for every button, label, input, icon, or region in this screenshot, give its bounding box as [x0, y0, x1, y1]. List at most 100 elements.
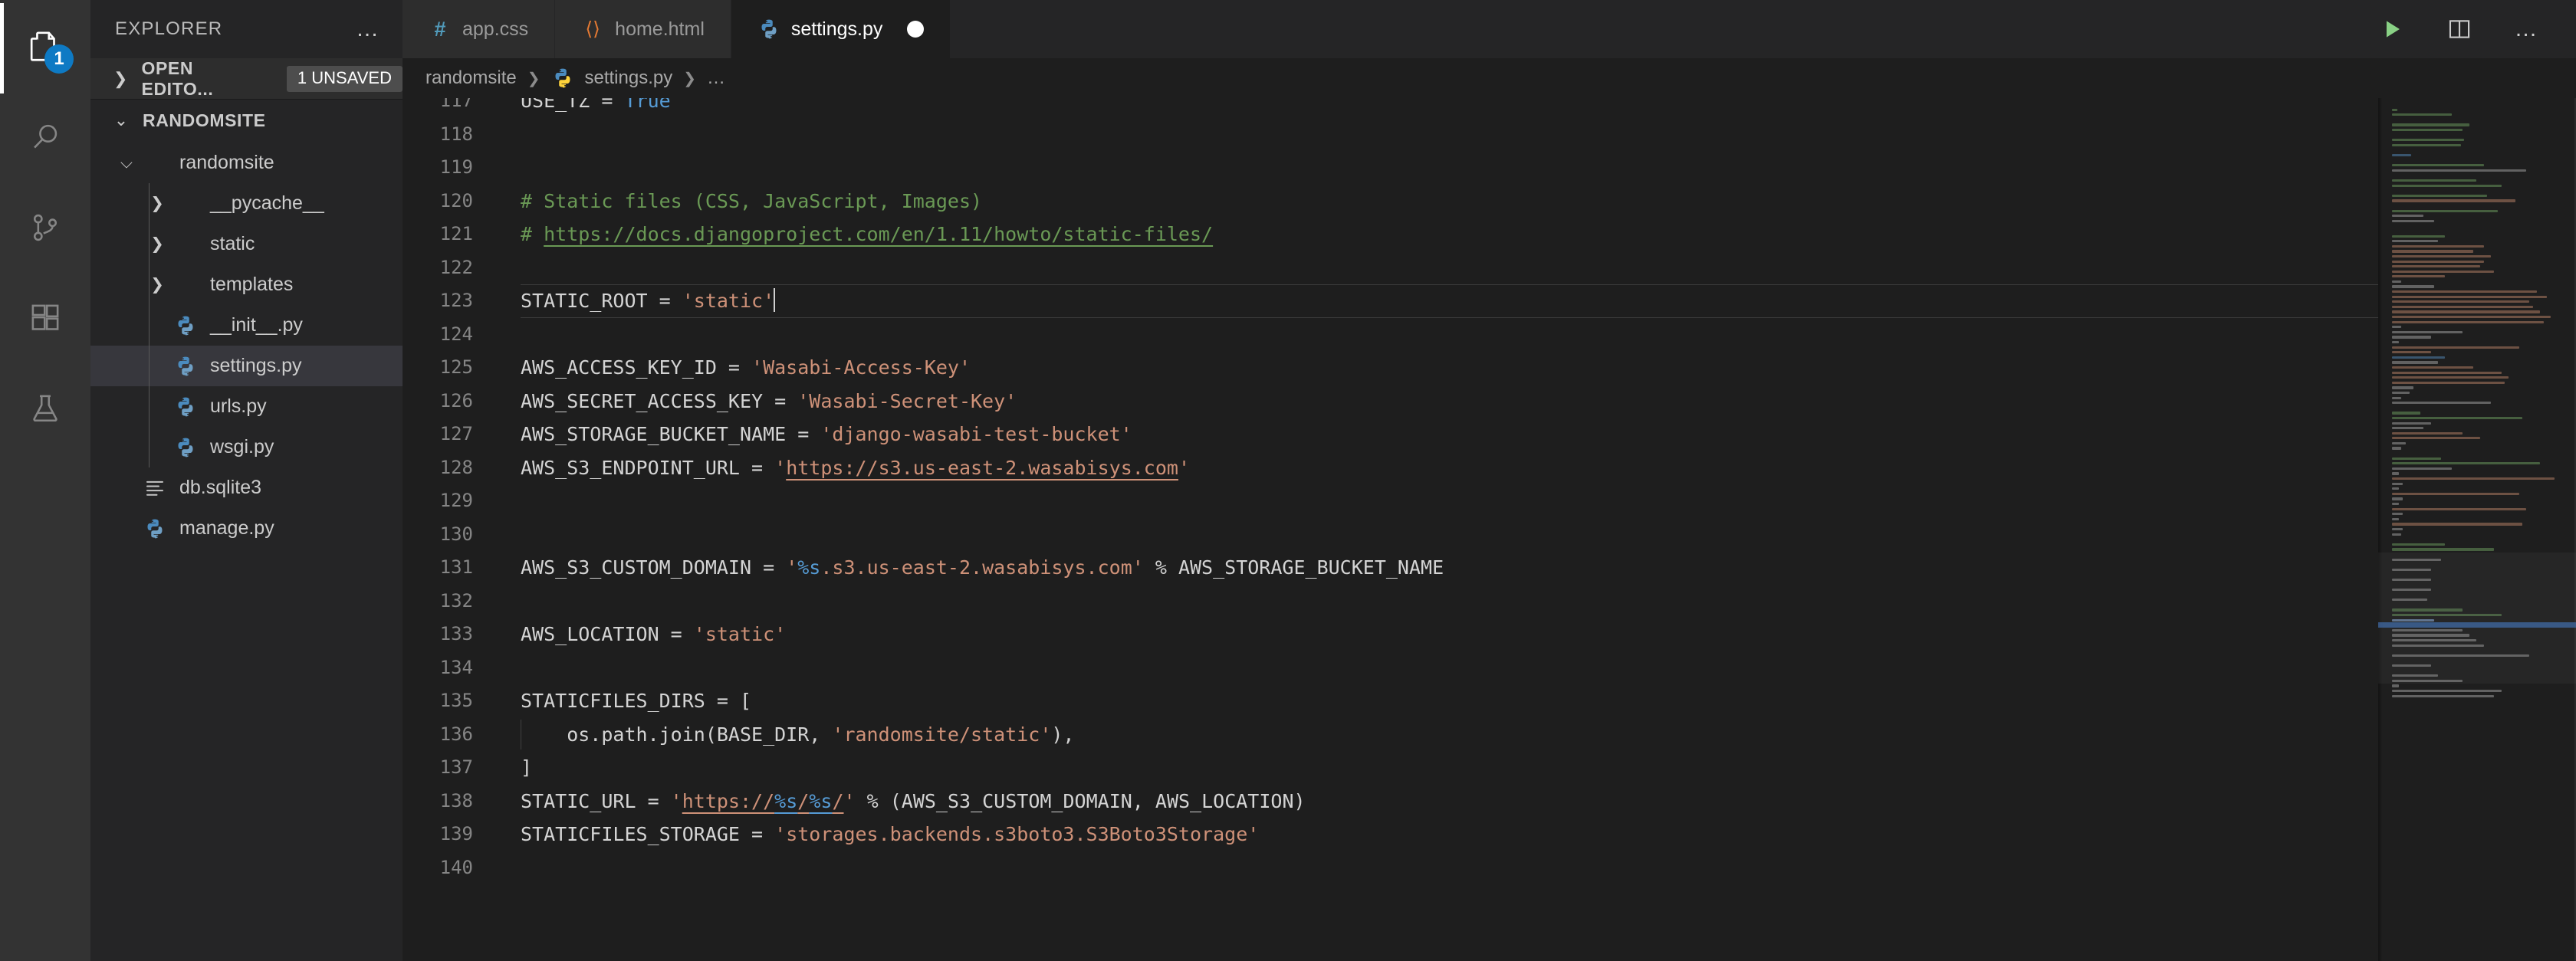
- minimap-line: [2392, 320, 2570, 325]
- minimap-line: [2392, 274, 2570, 280]
- tree-item-randomsite[interactable]: ⌵ randomsite: [90, 143, 402, 183]
- code-line[interactable]: 125 AWS_ACCESS_KEY_ID = 'Wasabi-Access-Ke…: [402, 351, 2378, 385]
- code-line[interactable]: 131 AWS_S3_CUSTOM_DOMAIN = '%s.s3.us-east…: [402, 551, 2378, 585]
- minimap-segment: [2392, 154, 2412, 157]
- minimap-viewport-slider[interactable]: [2378, 552, 2576, 684]
- line-number: 133: [439, 623, 473, 644]
- breadcrumb-item-folder[interactable]: randomsite: [426, 67, 517, 89]
- activity-bar-item-explorer[interactable]: 1: [0, 3, 90, 93]
- code-token: STATICFILES_DIRS = [: [521, 690, 752, 712]
- minimap-segment: [2392, 280, 2401, 284]
- minimap-line: [2392, 466, 2570, 471]
- minimap-line: [2392, 365, 2570, 370]
- css-file-icon: #: [434, 17, 446, 41]
- tree-item-wsgi-py[interactable]: wsgi.py: [90, 427, 402, 467]
- minimap-segment: [2392, 123, 2470, 126]
- python-file-icon: [170, 314, 201, 337]
- code-line[interactable]: 119: [402, 151, 2378, 185]
- minimap-line: [2392, 310, 2570, 315]
- tree-item-static[interactable]: ❯ static: [90, 224, 402, 264]
- code-line[interactable]: 137]: [402, 751, 2378, 785]
- activity-bar-item-testing[interactable]: [0, 365, 90, 455]
- indent-guide: [149, 346, 150, 386]
- minimap-line: [2392, 542, 2570, 547]
- activity-bar: 1: [0, 0, 90, 961]
- code-line[interactable]: 140: [402, 851, 2378, 885]
- more-actions-button[interactable]: …: [2510, 12, 2544, 46]
- activity-bar-item-extensions[interactable]: [0, 274, 90, 365]
- minimap-line: [2392, 304, 2570, 310]
- code-line[interactable]: 117 USE_TZ = True: [402, 98, 2378, 118]
- tab-bar: # app.css ⟨⟩ home.html settings.py …: [402, 0, 2576, 58]
- code-token: AWS_S3_CUSTOM_DOMAIN =: [521, 556, 787, 579]
- workspace-section[interactable]: ⌄ RANDOMSITE: [90, 100, 402, 141]
- code-line[interactable]: 127 AWS_STORAGE_BUCKET_NAME = 'django-was…: [402, 418, 2378, 451]
- tree-item-init-py[interactable]: __init__.py: [90, 305, 402, 346]
- code-editor[interactable]: 117 USE_TZ = True 118 119 120 # Static files …: [402, 98, 2378, 961]
- code-line[interactable]: 130: [402, 518, 2378, 552]
- code-line-text: STATICFILES_DIRS = [: [493, 684, 751, 718]
- split-editor-button[interactable]: [2443, 12, 2476, 46]
- tree-item-db-sqlite3[interactable]: db.sqlite3: [90, 467, 402, 508]
- open-editors-section[interactable]: ❯ OPEN EDITO... 1 UNSAVED: [90, 58, 402, 100]
- code-token: ': [1178, 456, 1191, 479]
- minimap-segment: [2392, 310, 2541, 313]
- minimap-line: [2392, 300, 2570, 305]
- minimap-segment: [2392, 513, 2403, 516]
- code-token: os.path.join(BASE_DIR,: [521, 723, 833, 746]
- minimap-segment: [2392, 275, 2445, 278]
- code-token: #: [521, 223, 544, 245]
- code-line[interactable]: 122: [402, 251, 2378, 285]
- minimap-segment: [2392, 184, 2502, 187]
- code-line[interactable]: 132: [402, 585, 2378, 618]
- code-line[interactable]: 129: [402, 484, 2378, 518]
- chevron-down-icon[interactable]: ⌵: [113, 154, 140, 172]
- code-token: /: [832, 789, 844, 812]
- tree-item-templates[interactable]: ❯ templates: [90, 264, 402, 305]
- tree-item-pycache[interactable]: ❯ __pycache__: [90, 183, 402, 224]
- code-line[interactable]: 134: [402, 651, 2378, 685]
- code-line[interactable]: 133 AWS_LOCATION = 'static': [402, 618, 2378, 651]
- code-line[interactable]: 128 AWS_S3_ENDPOINT_URL = 'https://s3.us-…: [402, 451, 2378, 485]
- text-cursor: [774, 288, 776, 312]
- tab-settings-py[interactable]: settings.py: [731, 0, 951, 58]
- minimap-segment: [2392, 254, 2491, 258]
- minimap-segment: [2392, 290, 2537, 294]
- tab-home-html[interactable]: ⟨⟩ home.html: [555, 0, 731, 58]
- code-line[interactable]: 118: [402, 118, 2378, 152]
- code-line[interactable]: 121 # https://docs.djangoproject.com/en/1…: [402, 218, 2378, 251]
- code-line-text: AWS_LOCATION = 'static': [493, 618, 786, 651]
- run-python-file-button[interactable]: [2375, 12, 2409, 46]
- unsaved-dot-icon[interactable]: [907, 21, 925, 38]
- code-line[interactable]: 126 AWS_SECRET_ACCESS_KEY = 'Wasabi-Secre…: [402, 385, 2378, 418]
- minimap-segment: [2392, 244, 2484, 248]
- breadcrumb-item-symbol[interactable]: …: [707, 67, 725, 89]
- minimap-line: [2392, 238, 2570, 244]
- minimap-line: [2392, 532, 2570, 537]
- activity-bar-item-source-control[interactable]: [0, 184, 90, 274]
- tab-label: home.html: [615, 18, 705, 40]
- minimap-line: [2392, 218, 2570, 224]
- tree-item-urls-py[interactable]: urls.py: [90, 386, 402, 427]
- code-line[interactable]: 135 STATICFILES_DIRS = [: [402, 684, 2378, 718]
- tab-app-css[interactable]: # app.css: [402, 0, 556, 58]
- code-line-text: os.path.join(BASE_DIR, 'randomsite/stati…: [493, 718, 1074, 752]
- code-line[interactable]: 138 STATIC_URL = 'https://%s/%s/' % (AWS_…: [402, 785, 2378, 818]
- code-line[interactable]: 124: [402, 318, 2378, 352]
- minimap[interactable]: [2378, 98, 2576, 961]
- code-line[interactable]: 139 STATICFILES_STORAGE = 'storages.backe…: [402, 818, 2378, 851]
- minimap-segment: [2392, 457, 2442, 460]
- tree-item-manage-py[interactable]: manage.py: [90, 508, 402, 549]
- python-file-icon: [170, 395, 201, 418]
- minimap-line: [2392, 279, 2570, 284]
- code-token: https://: [682, 789, 775, 812]
- activity-bar-item-search[interactable]: [0, 93, 90, 184]
- code-line[interactable]: 136 os.path.join(BASE_DIR, 'randomsite/s…: [402, 718, 2378, 752]
- code-line[interactable]: 123 STATIC_ROOT = 'static': [402, 284, 2378, 318]
- breadcrumb-item-file[interactable]: settings.py: [585, 67, 673, 89]
- code-line[interactable]: 120 # Static files (CSS, JavaScript, Imag…: [402, 185, 2378, 218]
- python-file-icon: [170, 436, 201, 459]
- tree-item-settings-py[interactable]: settings.py: [90, 346, 402, 386]
- sidebar-more-actions-icon[interactable]: …: [356, 18, 381, 41]
- code-token: % AWS_STORAGE_BUCKET_NAME: [1143, 556, 1444, 579]
